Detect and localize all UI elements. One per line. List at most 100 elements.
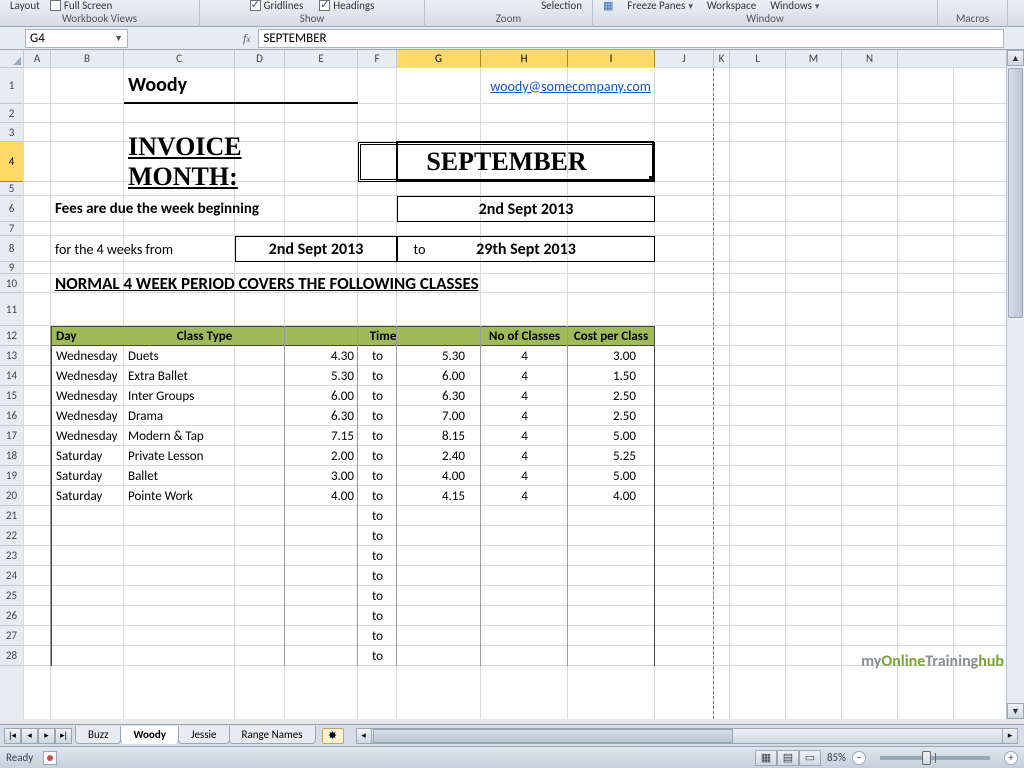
fx-icon[interactable]: fx xyxy=(243,31,250,46)
td-to[interactable]: to xyxy=(358,346,397,366)
td-cost[interactable] xyxy=(568,626,655,646)
row-header-28[interactable]: 28 xyxy=(0,646,23,666)
td-t1[interactable]: 7.15 xyxy=(285,426,358,446)
hscroll-right[interactable]: ▸ xyxy=(1002,729,1017,743)
row-header-2[interactable]: 2 xyxy=(0,104,23,123)
td-class[interactable] xyxy=(124,566,285,586)
td-day[interactable] xyxy=(51,626,124,646)
td-to[interactable]: to xyxy=(358,626,397,646)
td-count[interactable] xyxy=(481,526,568,546)
td-count[interactable]: 4 xyxy=(481,346,568,366)
row-header-1[interactable]: 1 xyxy=(0,68,23,104)
td-cost[interactable]: 2.50 xyxy=(568,406,655,426)
td-to[interactable]: to xyxy=(358,486,397,506)
td-day[interactable]: Wednesday xyxy=(51,426,124,446)
row-header-11[interactable]: 11 xyxy=(0,293,23,326)
row-header-21[interactable]: 21 xyxy=(0,506,23,526)
td-t2[interactable] xyxy=(397,606,481,626)
td-count[interactable]: 4 xyxy=(481,446,568,466)
row-header-9[interactable]: 9 xyxy=(0,262,23,274)
email-link[interactable]: woody@somecompany.com xyxy=(397,68,655,104)
td-count[interactable]: 4 xyxy=(481,466,568,486)
td-class[interactable]: Private Lesson xyxy=(124,446,285,466)
td-cost[interactable]: 3.00 xyxy=(568,346,655,366)
sheet-tab-range-names[interactable]: Range Names xyxy=(229,726,316,744)
th-class[interactable]: Class Type xyxy=(124,326,285,346)
scroll-thumb[interactable] xyxy=(1008,68,1023,318)
td-to[interactable]: to xyxy=(358,506,397,526)
column-header-E[interactable]: E xyxy=(285,50,358,67)
worksheet[interactable]: ABCDEFGHIJKLMN 1234567891011121314151617… xyxy=(0,50,1024,719)
td-class[interactable]: Ballet xyxy=(124,466,285,486)
td-to[interactable]: to xyxy=(358,446,397,466)
td-t2[interactable]: 4.15 xyxy=(397,486,481,506)
column-header-H[interactable]: H xyxy=(481,50,568,67)
td-t1[interactable] xyxy=(285,566,358,586)
td-day[interactable] xyxy=(51,606,124,626)
sheet-tab-jessie[interactable]: Jessie xyxy=(178,726,230,744)
row-header-10[interactable]: 10 xyxy=(0,274,23,293)
td-day[interactable]: Saturday xyxy=(51,486,124,506)
td-day[interactable]: Wednesday xyxy=(51,346,124,366)
row-header-6[interactable]: 6 xyxy=(0,196,23,222)
td-t1[interactable]: 5.30 xyxy=(285,366,358,386)
td-cost[interactable] xyxy=(568,586,655,606)
td-cost[interactable]: 2.50 xyxy=(568,386,655,406)
zoom-in-button[interactable]: + xyxy=(1004,751,1018,765)
td-count[interactable] xyxy=(481,606,568,626)
td-cost[interactable] xyxy=(568,566,655,586)
td-day[interactable] xyxy=(51,506,124,526)
row-header-7[interactable]: 7 xyxy=(0,222,23,236)
page-break-view-button[interactable]: ▭ xyxy=(799,750,821,766)
row-header-16[interactable]: 16 xyxy=(0,406,23,426)
td-t2[interactable]: 2.40 xyxy=(397,446,481,466)
td-t2[interactable]: 7.00 xyxy=(397,406,481,426)
tab-nav-next[interactable]: ▸ xyxy=(38,728,55,744)
row-header-24[interactable]: 24 xyxy=(0,566,23,586)
td-class[interactable] xyxy=(124,506,285,526)
td-class[interactable]: Drama xyxy=(124,406,285,426)
sheet-tab-woody[interactable]: Woody xyxy=(120,726,178,744)
td-day[interactable]: Saturday xyxy=(51,466,124,486)
row-header-27[interactable]: 27 xyxy=(0,626,23,646)
td-class[interactable] xyxy=(124,546,285,566)
td-t2[interactable] xyxy=(397,526,481,546)
horizontal-scrollbar[interactable]: ◂ ▸ xyxy=(356,728,1018,744)
column-header-D[interactable]: D xyxy=(235,50,285,67)
to-date[interactable]: 29th Sept 2013 xyxy=(397,236,655,262)
column-header-L[interactable]: L xyxy=(730,50,786,67)
td-to[interactable]: to xyxy=(358,366,397,386)
td-t2[interactable]: 6.30 xyxy=(397,386,481,406)
td-class[interactable] xyxy=(124,526,285,546)
column-header-F[interactable]: F xyxy=(358,50,397,67)
td-t2[interactable] xyxy=(397,506,481,526)
row-header-18[interactable]: 18 xyxy=(0,446,23,466)
column-header-I[interactable]: I xyxy=(568,50,655,67)
row-header-14[interactable]: 14 xyxy=(0,366,23,386)
select-all-corner[interactable] xyxy=(0,50,24,68)
td-count[interactable] xyxy=(481,586,568,606)
column-header-N[interactable]: N xyxy=(842,50,898,67)
td-cost[interactable] xyxy=(568,606,655,626)
td-day[interactable]: Wednesday xyxy=(51,406,124,426)
zoom-level[interactable]: 85% xyxy=(827,751,846,764)
td-cost[interactable]: 5.25 xyxy=(568,446,655,466)
row-header-5[interactable]: 5 xyxy=(0,182,23,196)
td-t2[interactable]: 4.00 xyxy=(397,466,481,486)
td-class[interactable]: Pointe Work xyxy=(124,486,285,506)
td-cost[interactable]: 4.00 xyxy=(568,486,655,506)
td-class[interactable]: Duets xyxy=(124,346,285,366)
hscroll-left[interactable]: ◂ xyxy=(357,729,372,743)
td-day[interactable] xyxy=(51,546,124,566)
td-cost[interactable] xyxy=(568,646,655,666)
td-t2[interactable] xyxy=(397,566,481,586)
td-to[interactable]: to xyxy=(358,426,397,446)
row-header-4[interactable]: 4 xyxy=(0,142,23,182)
td-cost[interactable] xyxy=(568,506,655,526)
td-to[interactable]: to xyxy=(358,546,397,566)
row-header-8[interactable]: 8 xyxy=(0,236,23,262)
hscroll-thumb[interactable] xyxy=(373,729,733,743)
td-t1[interactable] xyxy=(285,506,358,526)
td-count[interactable] xyxy=(481,646,568,666)
td-to[interactable]: to xyxy=(358,566,397,586)
